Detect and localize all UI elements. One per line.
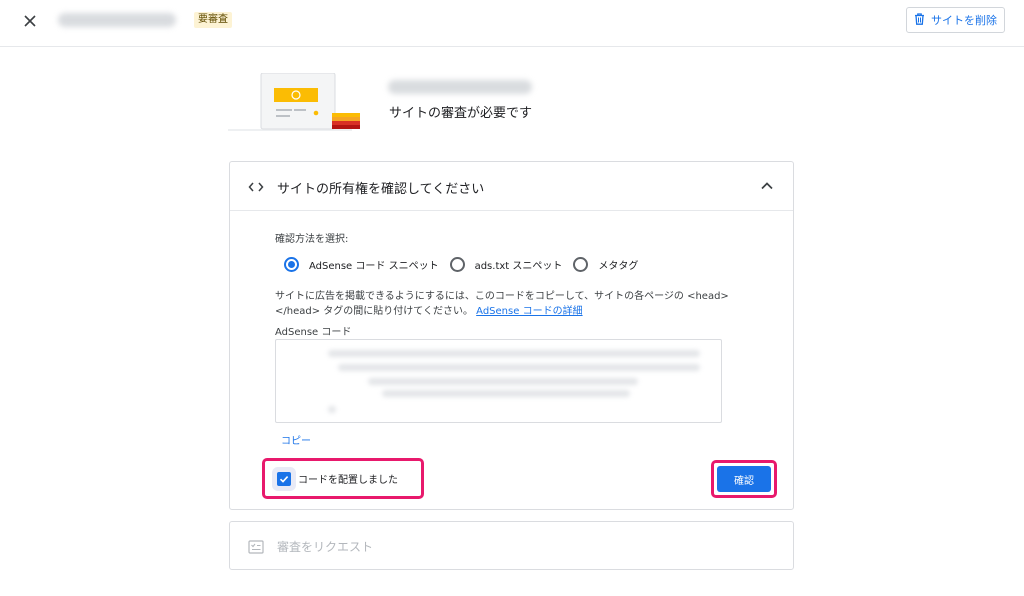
checkbox-checked-icon[interactable]	[277, 471, 291, 486]
site-name-redacted	[58, 13, 176, 27]
radio-adsense-snippet[interactable]: AdSense コード スニペット	[284, 257, 439, 272]
verify-card-title: サイトの所有権を確認してください	[277, 182, 485, 197]
close-icon[interactable]	[18, 9, 42, 33]
code-redacted	[338, 364, 700, 371]
chevron-up-icon[interactable]	[759, 178, 775, 194]
radio-button[interactable]	[284, 257, 299, 272]
adsense-code-details-link[interactable]: AdSense コードの詳細	[476, 306, 582, 317]
code-field-label: AdSense コード	[275, 327, 352, 338]
delete-site-label: サイトを削除	[931, 14, 997, 27]
radio-button[interactable]	[449, 257, 465, 272]
confirm-button[interactable]: 確認	[717, 466, 771, 492]
code-icon	[248, 179, 264, 193]
copy-button[interactable]: コピー	[281, 432, 311, 447]
code-redacted	[328, 350, 700, 357]
checklist-icon	[248, 539, 264, 554]
method-label: 確認方法を選択:	[275, 234, 349, 245]
adsense-code-box[interactable]	[275, 339, 722, 423]
radio-meta-tag[interactable]: メタタグ	[573, 257, 638, 272]
review-needed-text: サイトの審査が必要です	[389, 106, 533, 121]
trash-icon	[914, 12, 925, 28]
radio-ads-txt[interactable]: ads.txt スニペット	[449, 257, 563, 272]
request-review-title: 審査をリクエスト	[277, 540, 374, 554]
site-review-illustration	[228, 72, 368, 135]
top-bar: 要審査 サイトを削除	[0, 0, 1024, 47]
status-badge: 要審査	[194, 12, 232, 28]
checkbox-label: コードを配置しました	[298, 475, 398, 486]
delete-site-button[interactable]: サイトを削除	[906, 7, 1005, 33]
request-review-card[interactable]: 審査をリクエスト	[229, 521, 794, 570]
radio-label: メタタグ	[598, 261, 639, 272]
radio-label: ads.txt スニペット	[474, 261, 563, 272]
instructions-line-2: </head> タグの間に貼り付けてください。	[275, 306, 473, 317]
instructions-line-1: サイトに広告を掲載できるようにするには、このコードをコピーして、サイトの各ページ…	[275, 291, 729, 302]
domain-redacted	[388, 80, 532, 94]
code-placed-checkbox[interactable]: コードを配置しました	[262, 458, 424, 499]
instructions-text: サイトに広告を掲載できるようにするには、このコードをコピーして、サイトの各ページ…	[275, 289, 735, 319]
radio-button[interactable]	[573, 257, 589, 272]
method-radio-group: AdSense コード スニペット ads.txt スニペット メタタグ	[284, 257, 649, 272]
verify-ownership-card: サイトの所有権を確認してください 確認方法を選択: AdSense コード スニ…	[229, 161, 794, 510]
code-redacted	[382, 390, 630, 397]
confirm-highlight: 確認	[711, 460, 777, 498]
code-redacted	[328, 406, 336, 413]
code-redacted	[368, 378, 638, 385]
verify-card-header[interactable]: サイトの所有権を確認してください	[230, 162, 793, 211]
radio-label: AdSense コード スニペット	[309, 261, 439, 272]
